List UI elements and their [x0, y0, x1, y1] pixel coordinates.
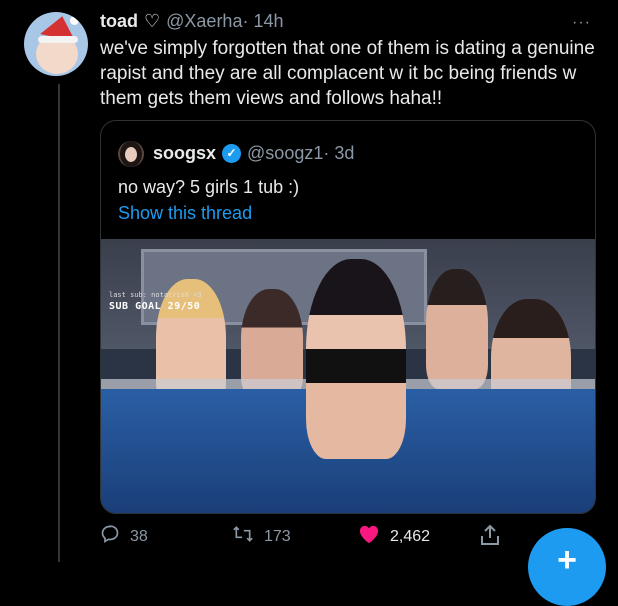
media-overlay-last-sub: last sub: notatrish <3	[109, 291, 202, 299]
quoted-text: no way? 5 girls 1 tub :)	[118, 177, 300, 197]
quoted-time[interactable]: · 3d	[323, 143, 354, 164]
retweet-icon	[232, 524, 254, 550]
tweet-header: toad ♡ @Xaerha · 14h	[100, 10, 284, 32]
retweet-count: 173	[264, 528, 291, 545]
thread-line	[58, 84, 60, 562]
verified-badge-icon: ✓	[222, 143, 242, 163]
media-overlay-sub-goal: SUB GOAL 29/50	[109, 301, 201, 312]
reply-icon	[100, 524, 120, 550]
action-bar: 38 173 2,462	[100, 520, 600, 550]
quoted-header: soogsx ✓ @soogz1 · 3d	[153, 141, 354, 165]
retweet-button[interactable]: 173	[232, 524, 291, 550]
author-handle[interactable]: @Xaerha	[166, 11, 242, 32]
quoted-handle[interactable]: @soogz1	[247, 143, 323, 164]
quoted-avatar[interactable]	[118, 141, 144, 167]
heart-outline-icon: ♡	[144, 10, 161, 31]
media-person	[426, 269, 488, 389]
tweet-text: we've simply forgotten that one of them …	[100, 38, 595, 109]
show-thread-link[interactable]: Show this thread	[118, 203, 252, 224]
like-count: 2,462	[390, 528, 431, 545]
avatar[interactable]	[24, 12, 88, 76]
compose-fab-button[interactable]: +	[528, 528, 606, 606]
author-name[interactable]: toad	[100, 11, 138, 32]
media-person	[306, 259, 406, 459]
like-button[interactable]: 2,462	[358, 524, 430, 550]
santa-hat-pom	[70, 16, 79, 25]
reply-count: 38	[130, 528, 148, 545]
quoted-media-image[interactable]: last sub: notatrish <3 SUB GOAL 29/50	[101, 239, 595, 513]
quoted-author-name[interactable]: soogsx	[153, 143, 216, 164]
quoted-avatar-face	[125, 147, 137, 162]
heart-icon	[358, 524, 380, 550]
quoted-tweet[interactable]: soogsx ✓ @soogz1 · 3d no way? 5 girls 1 …	[100, 120, 596, 514]
share-button[interactable]	[480, 524, 510, 552]
reply-button[interactable]: 38	[100, 524, 148, 550]
santa-hat-trim	[38, 36, 78, 43]
more-options-button[interactable]: ···	[572, 14, 591, 32]
tweet-time[interactable]: · 14h	[242, 11, 283, 32]
share-icon	[480, 524, 500, 552]
